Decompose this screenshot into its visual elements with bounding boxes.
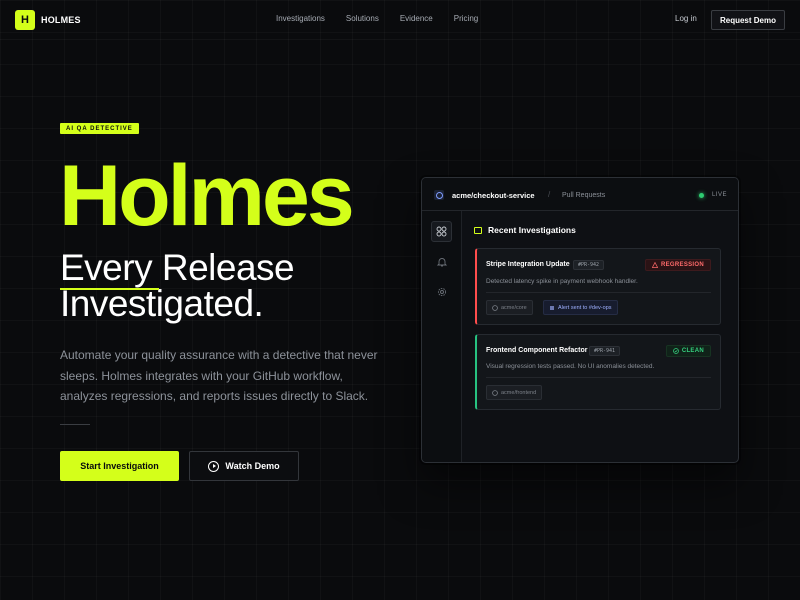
breadcrumb-page[interactable]: Pull Requests bbox=[562, 192, 605, 199]
sidebar-dashboard-button[interactable] bbox=[431, 221, 452, 242]
nav-links: Investigations Solutions Evidence Pricin… bbox=[276, 14, 478, 23]
pr-tag: #PR-942 bbox=[573, 260, 605, 270]
nav-link-evidence[interactable]: Evidence bbox=[400, 14, 433, 23]
brand-name: HOLMES bbox=[41, 15, 81, 25]
slack-icon bbox=[550, 305, 554, 310]
status-badge-clean: CLEAN bbox=[665, 345, 711, 357]
section-header: Recent Investigations bbox=[474, 225, 576, 235]
login-link[interactable]: Log in bbox=[675, 14, 697, 23]
play-icon bbox=[208, 460, 220, 472]
nav-link-pricing[interactable]: Pricing bbox=[454, 14, 478, 23]
pr-tag: #PR-941 bbox=[589, 346, 621, 356]
grid-icon bbox=[436, 226, 447, 237]
card-divider bbox=[486, 377, 711, 378]
subtitle-line-1: Every Release bbox=[60, 247, 295, 288]
nav-link-solutions[interactable]: Solutions bbox=[346, 14, 379, 23]
repo-name[interactable]: acme/checkout-service bbox=[452, 191, 535, 200]
bell-icon bbox=[436, 257, 447, 266]
breadcrumb-separator: / bbox=[548, 190, 551, 199]
request-demo-button[interactable]: Request Demo bbox=[711, 10, 785, 30]
card-title: Stripe Integration Update bbox=[486, 261, 570, 268]
investigation-card[interactable]: Stripe Integration Update #PR-942 REGRES… bbox=[475, 248, 721, 325]
card-description: Visual regression tests passed. No UI an… bbox=[486, 363, 655, 370]
investigation-card[interactable]: Frontend Component Refactor #PR-941 CLEA… bbox=[475, 334, 721, 410]
window-main: Recent Investigations Stripe Integration… bbox=[462, 211, 738, 462]
watch-demo-button[interactable]: Watch Demo bbox=[189, 451, 299, 481]
github-icon bbox=[492, 304, 498, 311]
check-icon bbox=[672, 348, 679, 354]
live-label: LIVE bbox=[712, 192, 728, 198]
status-label: CLEAN bbox=[681, 348, 704, 354]
sidebar-notifications-button[interactable] bbox=[431, 251, 452, 272]
hero-description: Automate your quality assurance with a d… bbox=[60, 348, 378, 403]
list-icon bbox=[474, 226, 482, 234]
card-divider bbox=[486, 292, 711, 293]
section-title: Recent Investigations bbox=[488, 225, 576, 235]
start-investigation-button[interactable]: Start Investigation bbox=[60, 451, 179, 481]
status-badge-regression: REGRESSION bbox=[644, 259, 711, 271]
divider bbox=[60, 424, 90, 425]
card-description: Detected latency spike in payment webhoo… bbox=[486, 278, 638, 285]
window-header: acme/checkout-service / Pull Requests LI… bbox=[422, 178, 738, 211]
slack-chip-label: Alert sent to #dev-ops bbox=[558, 304, 612, 311]
status-label: REGRESSION bbox=[660, 262, 704, 268]
sidebar-settings-button[interactable] bbox=[431, 281, 452, 302]
card-title: Frontend Component Refactor bbox=[486, 347, 588, 354]
repo-chip[interactable]: acme/frontend bbox=[486, 385, 543, 400]
repo-chip-label: acme/core bbox=[501, 304, 527, 311]
warning-icon bbox=[651, 262, 658, 268]
github-icon bbox=[434, 190, 444, 200]
live-indicator bbox=[699, 193, 704, 198]
hero-subtitle: Every Release Investigated. bbox=[60, 247, 295, 324]
window-sidebar bbox=[422, 211, 462, 462]
nav-link-investigations[interactable]: Investigations bbox=[276, 14, 325, 23]
hero-badge: AI QA DETECTIVE bbox=[60, 123, 139, 134]
github-icon bbox=[492, 389, 498, 396]
gear-icon bbox=[437, 287, 446, 296]
app-preview-window: acme/checkout-service / Pull Requests LI… bbox=[421, 177, 739, 463]
watch-demo-label: Watch Demo bbox=[225, 461, 280, 471]
top-nav: H HOLMES Investigations Solutions Eviden… bbox=[0, 0, 800, 40]
subtitle-line-2: Investigated. bbox=[60, 283, 264, 324]
hero-title: Holmes bbox=[59, 148, 355, 244]
slack-alert-chip[interactable]: Alert sent to #dev-ops bbox=[543, 300, 618, 315]
brand-logo[interactable]: H HOLMES bbox=[15, 10, 81, 30]
logo-mark: H bbox=[15, 10, 35, 30]
repo-chip-label: acme/frontend bbox=[501, 389, 537, 396]
subtitle-underline bbox=[60, 288, 159, 290]
repo-chip[interactable]: acme/core bbox=[486, 300, 533, 315]
